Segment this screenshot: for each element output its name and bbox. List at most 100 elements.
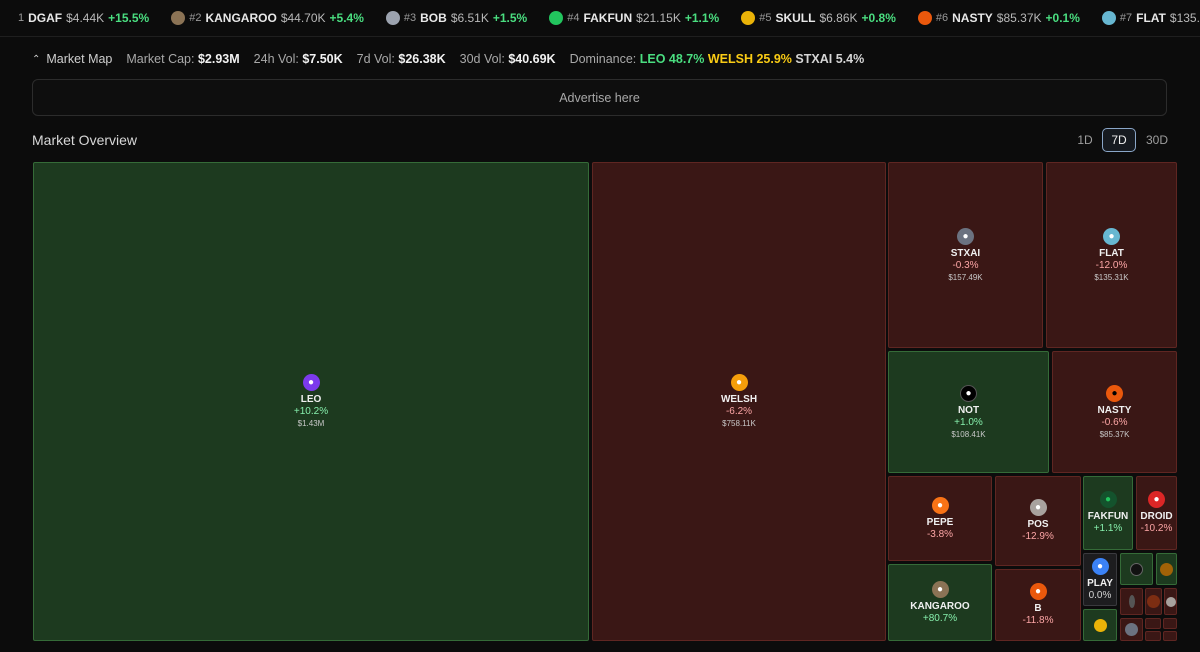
ticker-price: $4.44K bbox=[66, 11, 105, 25]
dominance-label: Dominance: bbox=[569, 52, 637, 66]
bob-token-icon bbox=[385, 11, 400, 25]
tile-small-token[interactable] bbox=[1156, 553, 1177, 585]
tile-name: PEPE bbox=[926, 516, 954, 528]
tile-name: LEO bbox=[300, 394, 322, 405]
ticker-item[interactable]: 1 DGAF $4.44K +15.5% bbox=[18, 11, 149, 25]
tile-name: WELSH bbox=[720, 394, 758, 405]
tile-change: -3.8% bbox=[926, 528, 954, 540]
market-map-toggle[interactable]: ⌃ Market Map bbox=[32, 52, 112, 66]
ticker-item[interactable]: #7FLAT$135.31K-0.0% bbox=[1101, 11, 1200, 25]
ticker-symbol: NASTY bbox=[952, 11, 993, 25]
ticker-symbol: DGAF bbox=[28, 11, 63, 25]
ticker-price: $135.31K bbox=[1169, 11, 1200, 25]
ticker-price: $85.37K bbox=[996, 11, 1042, 25]
advertise-banner[interactable]: Advertise here bbox=[32, 79, 1167, 116]
market-map-toggle-label: Market Map bbox=[46, 52, 113, 66]
tile-flat[interactable]: ● FLAT -12.0% $135.31K bbox=[1046, 162, 1177, 348]
skull-token-icon bbox=[741, 11, 756, 25]
tile-droid[interactable]: ● DROID -10.2% bbox=[1136, 476, 1177, 550]
kangaroo-token-icon: ● bbox=[931, 580, 949, 598]
tile-pepe[interactable]: ● PEPE -3.8% bbox=[888, 476, 992, 561]
tile-pos[interactable]: ● POS -12.9% bbox=[995, 476, 1081, 566]
tile-change: -0.6% bbox=[1101, 416, 1128, 428]
tile-change: +1.1% bbox=[1093, 523, 1123, 534]
fakfun-token-icon: ● bbox=[1099, 491, 1117, 508]
ticker-item[interactable]: #4 FAKFUN $21.15K +1.1% bbox=[549, 11, 719, 25]
ticker-rank: 1 bbox=[18, 12, 25, 24]
tile-name: B bbox=[1034, 603, 1042, 614]
ticker-symbol: SKULL bbox=[775, 11, 816, 25]
droid-token-icon: ● bbox=[1148, 491, 1165, 508]
ticker-symbol: BOB bbox=[420, 11, 447, 25]
tile-cap: $135.31K bbox=[1094, 272, 1129, 282]
token-icon bbox=[1125, 623, 1138, 636]
market-cap-stat: Market Cap: $2.93M bbox=[126, 52, 239, 66]
tile-name: POS bbox=[1027, 519, 1049, 530]
tile-small-token[interactable] bbox=[1120, 618, 1143, 641]
timeframe-1d-button[interactable]: 1D bbox=[1071, 128, 1099, 152]
tile-change: 0.0% bbox=[1088, 589, 1112, 601]
ticker-item[interactable]: #2 KANGAROO $44.70K +5.4% bbox=[171, 11, 364, 25]
pepe-token-icon: ● bbox=[931, 496, 949, 514]
tile-b[interactable]: ● B -11.8% bbox=[995, 569, 1081, 641]
vol-7d-label: 7d Vol: bbox=[356, 52, 395, 66]
ticker-item[interactable]: #3 BOB $6.51K +1.5% bbox=[385, 11, 528, 25]
tile-fakfun[interactable]: ● FAKFUN +1.1% bbox=[1083, 476, 1133, 550]
section-title: Market Overview bbox=[32, 132, 138, 148]
tile-nasty[interactable]: ● NASTY -0.6% $85.37K bbox=[1052, 351, 1177, 473]
tile-name: PLAY bbox=[1087, 577, 1113, 589]
nasty-token-icon: ● bbox=[1106, 384, 1123, 402]
tile-change: -0.3% bbox=[952, 259, 979, 271]
tile-cap: $108.41K bbox=[951, 429, 986, 439]
tile-small-token[interactable] bbox=[1163, 631, 1177, 641]
tile-cap: $1.43M bbox=[297, 419, 325, 428]
token-icon bbox=[1160, 562, 1173, 576]
tile-change: -11.8% bbox=[1022, 615, 1054, 626]
vol-24h-value: $7.50K bbox=[302, 52, 343, 66]
tile-small-token[interactable] bbox=[1163, 618, 1177, 629]
ticker-rank: #7 bbox=[1119, 12, 1133, 24]
vol-30d-label: 30d Vol: bbox=[459, 52, 505, 66]
ticker-change: +1.1% bbox=[684, 11, 720, 25]
tile-name: FAKFUN bbox=[1087, 511, 1129, 522]
tile-small-token[interactable] bbox=[1145, 588, 1162, 615]
timeframe-7d-button[interactable]: 7D bbox=[1102, 128, 1136, 152]
ticker-item[interactable]: #6 NASTY $85.37K +0.1% bbox=[917, 11, 1080, 25]
ticker-item[interactable]: #5 SKULL $6.86K +0.8% bbox=[741, 11, 896, 25]
tile-change: +1.0% bbox=[954, 416, 983, 428]
tile-change: -10.2% bbox=[1140, 523, 1173, 534]
tile-kangaroo[interactable]: ● KANGAROO +80.7% bbox=[888, 564, 992, 641]
b-token-icon: ● bbox=[1029, 583, 1047, 600]
tile-play[interactable]: ● PLAY 0.0% bbox=[1083, 553, 1117, 606]
tile-change: -12.9% bbox=[1022, 531, 1054, 542]
tile-stxai[interactable]: ● STXAI -0.3% $157.49K bbox=[888, 162, 1043, 348]
token-icon bbox=[1130, 562, 1143, 576]
token-icon bbox=[1147, 595, 1160, 608]
vol-24h-stat: 24h Vol: $7.50K bbox=[254, 52, 343, 66]
ticker-price: $6.86K bbox=[819, 11, 858, 25]
ticker-change: +1.5% bbox=[492, 11, 528, 25]
tile-cap: $157.49K bbox=[948, 272, 983, 282]
ticker-price: $21.15K bbox=[636, 11, 681, 25]
vol-30d-value: $40.69K bbox=[508, 52, 556, 66]
tile-small-token[interactable] bbox=[1120, 553, 1153, 585]
tile-small-token[interactable] bbox=[1145, 618, 1161, 629]
tile-leo[interactable]: ● LEO +10.2% $1.43M bbox=[33, 162, 589, 641]
tile-welsh[interactable]: ● WELSH -6.2% $758.11K bbox=[592, 162, 886, 641]
ticker-symbol: KANGAROO bbox=[205, 11, 277, 25]
tile-small-token[interactable] bbox=[1145, 631, 1161, 641]
token-icon bbox=[1128, 595, 1135, 608]
tile-name: NASTY bbox=[1097, 404, 1132, 416]
dominance-stxai: STXAI 5.4% bbox=[795, 52, 865, 66]
skull-token-icon bbox=[1093, 618, 1107, 632]
tile-change: +10.2% bbox=[293, 406, 329, 417]
timeframe-30d-button[interactable]: 30D bbox=[1140, 128, 1174, 152]
tile-name: STXAI bbox=[950, 247, 981, 259]
tile-change: -6.2% bbox=[725, 406, 753, 417]
tile-small-token[interactable] bbox=[1164, 588, 1177, 615]
tile-small-token[interactable] bbox=[1120, 588, 1143, 615]
tile-not[interactable]: ● NOT +1.0% $108.41K bbox=[888, 351, 1049, 473]
stxai-robot-icon: ● bbox=[957, 227, 974, 245]
tile-small-token[interactable] bbox=[1083, 609, 1117, 641]
ticker-change: +5.4% bbox=[329, 11, 364, 25]
